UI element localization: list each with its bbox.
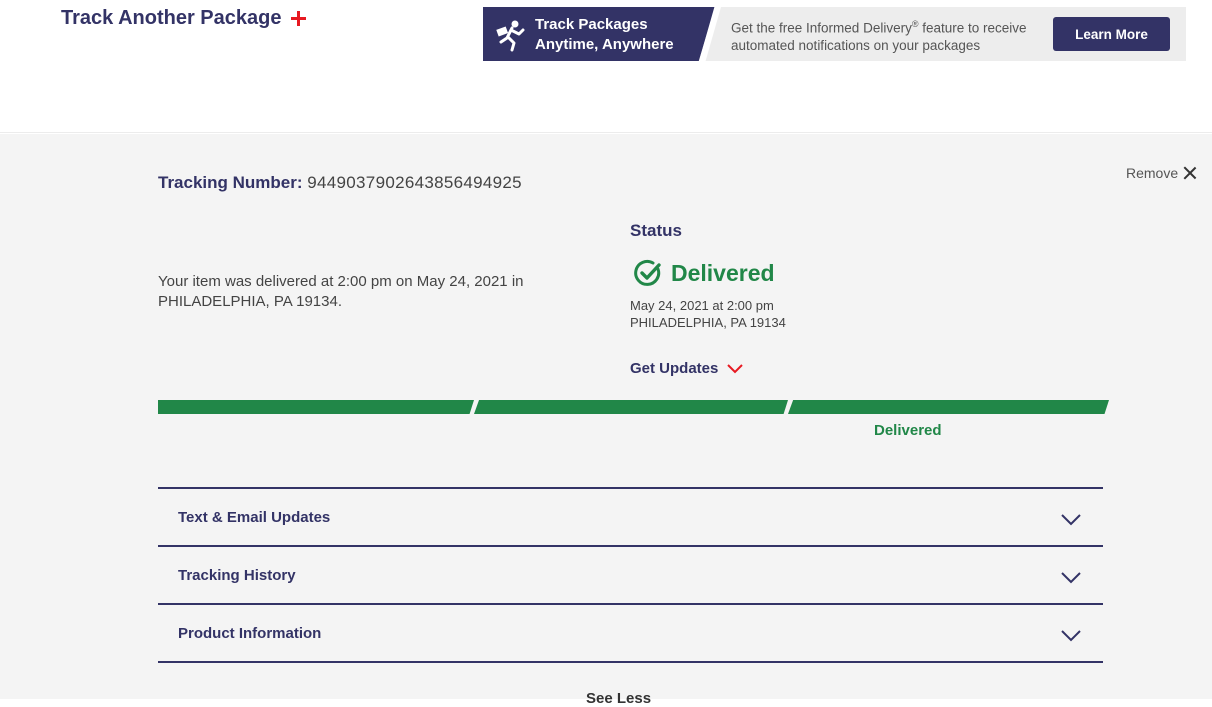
accordion-tracking-history[interactable]: Tracking History: [158, 545, 1103, 603]
accordion-text-email-updates[interactable]: Text & Email Updates: [158, 487, 1103, 545]
status-details: May 24, 2021 at 2:00 pm PHILADELPHIA, PA…: [630, 297, 786, 331]
chevron-down-icon: [1061, 630, 1081, 642]
status-value: Delivered: [671, 260, 775, 286]
tracking-number-label: Tracking Number:: [158, 173, 303, 192]
tracking-panel: Remove Tracking Number: 9449037902643856…: [0, 134, 1212, 707]
remove-button[interactable]: Remove: [1126, 165, 1196, 181]
delivery-message: Your item was delivered at 2:00 pm on Ma…: [158, 273, 524, 310]
chevron-down-icon: [1061, 572, 1081, 584]
accordion-label: Tracking History: [178, 567, 296, 584]
plus-icon: [291, 11, 307, 26]
chevron-down-icon: [727, 363, 744, 373]
track-another-label: Track Another Package: [61, 7, 282, 29]
get-updates-toggle[interactable]: Get Updates: [630, 360, 744, 377]
running-mail-carrier-icon: [496, 20, 525, 52]
progress-segment: [158, 400, 474, 414]
remove-label: Remove: [1126, 165, 1179, 181]
status-location: PHILADELPHIA, PA 19134: [630, 315, 786, 330]
status-indicator: Delivered: [634, 259, 775, 288]
accordion-product-information[interactable]: Product Information: [158, 603, 1103, 661]
banner-text-line1-end: feature to receive: [918, 20, 1027, 36]
progress-bar: [158, 400, 1109, 414]
header-area: Track Another Package Track Packages Any…: [0, 0, 1212, 133]
accordion-label: Text & Email Updates: [178, 509, 331, 526]
banner-text-line2: automated notifications on your packages: [731, 37, 981, 53]
close-icon: [1184, 167, 1196, 179]
informed-delivery-banner: Track Packages Anytime, Anywhere Get the…: [483, 7, 1186, 61]
tracking-number-value: 9449037902643856494925: [307, 173, 522, 192]
banner-title: Track Packages Anytime, Anywhere: [535, 15, 674, 55]
track-another-package-link[interactable]: Track Another Package: [61, 7, 307, 30]
get-updates-label: Get Updates: [630, 360, 719, 377]
banner-title-line1: Track Packages: [535, 16, 648, 33]
banner-title-line2: Anytime, Anywhere: [535, 36, 674, 53]
progress-segment: [788, 400, 1109, 414]
accordion-divider: [158, 661, 1103, 663]
check-circle-icon: [634, 259, 661, 286]
tracking-number-row: Tracking Number: 9449037902643856494925: [158, 173, 522, 193]
banner-text-line1: Get the free Informed Delivery: [731, 20, 912, 36]
status-date: May 24, 2021 at 2:00 pm: [630, 298, 774, 313]
progress-end-label: Delivered: [874, 422, 942, 439]
banner-description: Get the free Informed Delivery® feature …: [731, 16, 1051, 54]
accordion-label: Product Information: [178, 625, 322, 642]
progress-segment: [474, 400, 788, 414]
chevron-down-icon: [1061, 514, 1081, 526]
learn-more-button[interactable]: Learn More: [1053, 17, 1170, 51]
status-heading: Status: [630, 221, 682, 240]
